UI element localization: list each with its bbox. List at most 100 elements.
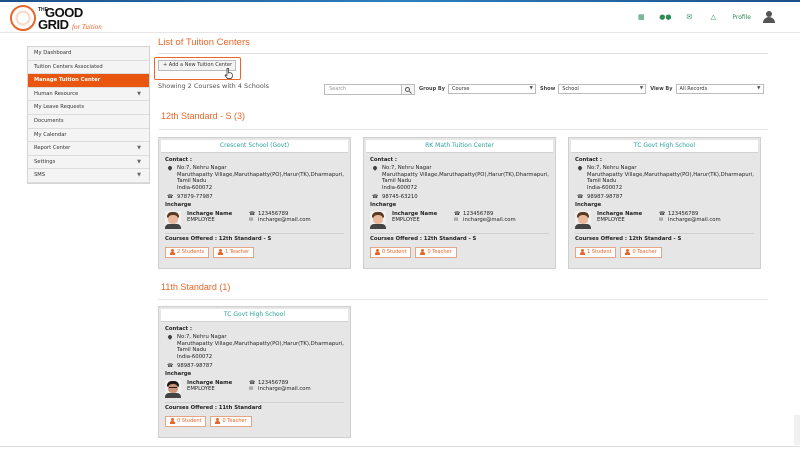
logo-the-text: THE [38, 7, 48, 13]
tuition-center-card: RK Math Tuition Center Contact : No:7, Neh… [363, 137, 556, 269]
map-pin-icon [577, 165, 583, 171]
students-count: 0 Student [382, 248, 407, 255]
card-title-link[interactable]: TC Govt High School [161, 309, 348, 322]
user-icon [375, 249, 380, 256]
users-icon[interactable]: ●● [654, 13, 676, 21]
address-block: No:7, Nehru Nagar Maruthapatty Village,Ma… [575, 165, 754, 192]
scrollbar[interactable] [794, 415, 800, 445]
teachers-count: 1 Teacher [225, 248, 250, 255]
sidebar-item-label: My Leave Requests [34, 104, 85, 111]
view-by-value: All Records [679, 86, 708, 92]
teachers-button[interactable]: 1 Teacher [213, 246, 255, 258]
courses-offered-label: Courses Offered : [165, 235, 217, 242]
bell-icon[interactable]: △ [702, 13, 724, 21]
sidebar-item[interactable]: Settings ▼ [28, 155, 149, 170]
phone-value: 97879-77987 [177, 193, 213, 200]
grid-icon[interactable]: ▦ [630, 13, 652, 21]
contact-label: Contact : [165, 157, 193, 163]
courses-offered: Courses Offered : 12th Standard - S [575, 232, 754, 242]
students-button[interactable]: 1 Student [575, 246, 617, 258]
group-by-value: Course [451, 86, 470, 92]
card-title-link[interactable]: TC Govt High School [571, 140, 758, 153]
teachers-button[interactable]: 0 Teacher [210, 415, 252, 427]
teachers-count: 0 Teacher [222, 417, 247, 424]
courses-offered-value: 12th Standard - S [628, 235, 682, 242]
card-body: Contact : No:7, Nehru Nagar Maruthapatty V… [569, 153, 760, 261]
sidebar-item[interactable]: My Calendar [28, 128, 149, 143]
students-count: 2 Students [177, 248, 205, 255]
profile-link[interactable]: Profile [732, 14, 751, 21]
show-label: Show [539, 86, 556, 92]
incharge-name-col: Incharge Name EMPLOYEE [187, 380, 249, 393]
card-actions: 1 Student 0 Teacher [575, 246, 754, 258]
address-line: Maruthapatty Village,Maruthapatty(PO),Ha… [587, 171, 754, 178]
section-divider [158, 299, 768, 300]
view-by-select[interactable]: All Records ▼ [675, 84, 764, 94]
user-avatar-icon[interactable] [763, 11, 775, 23]
brand-logo[interactable]: THE GOOD GRID for Tuition [10, 5, 130, 33]
address-line: Tamil Nadu [587, 178, 617, 185]
incharge-label: Incharge [165, 201, 192, 208]
address-line: No:7, Nehru Nagar [177, 165, 227, 171]
chevron-down-icon: ▼ [137, 90, 141, 97]
incharge-contact-col: ☎ 123456789 ✉ incharge@mail.com [249, 380, 311, 393]
sidebar-item-label: My Calendar [34, 131, 67, 138]
phone-icon: ☎ [577, 193, 584, 200]
mail-icon[interactable]: ✉ [678, 13, 700, 21]
show-select[interactable]: School ▼ [558, 84, 647, 94]
phone-icon: ☎ [372, 193, 379, 200]
section-divider [158, 129, 768, 130]
map-pin-icon [372, 165, 378, 171]
students-button[interactable]: 0 Student [370, 246, 412, 258]
courses-offered-label: Courses Offered : [575, 235, 627, 242]
address-line: Maruthapatty Village,Maruthapatty(PO),Ha… [177, 171, 344, 178]
sidebar-item[interactable]: Report Center ▼ [28, 142, 149, 156]
mail-icon: ✉ [249, 217, 254, 224]
sidebar-item[interactable]: My Leave Requests [28, 101, 149, 115]
user-icon [170, 418, 175, 425]
sidebar-item[interactable]: Human Resource ▼ [28, 87, 149, 102]
chevron-down-icon: ▼ [529, 86, 533, 91]
search-input[interactable]: Search [324, 83, 402, 95]
phone-value: 98987-98787 [177, 362, 213, 369]
sidebar-item[interactable]: SMS ▼ [28, 169, 149, 183]
incharge-name-col: Incharge Name EMPLOYEE [392, 211, 454, 224]
courses-offered-value: 12th Standard - S [423, 235, 477, 242]
sidebar-item-label: SMS [34, 172, 46, 179]
sidebar-item[interactable]: Documents [28, 114, 149, 129]
incharge-email-value: incharge@mail.com [258, 217, 311, 224]
user-icon [625, 249, 631, 256]
address-line: India-600072 [587, 185, 623, 192]
incharge-row: Incharge Name EMPLOYEE ☎ 123456789 ✉ incharge… [165, 379, 344, 400]
card-title-link[interactable]: Crescent School (Govt) [161, 140, 348, 153]
sidebar-item-label: Documents [34, 117, 64, 124]
teachers-button[interactable]: 0 Teacher [620, 246, 662, 258]
students-button[interactable]: 2 Students [165, 246, 210, 258]
logo-seal-icon [10, 5, 36, 31]
search-button[interactable] [402, 83, 415, 95]
user-icon [580, 249, 585, 256]
card-title-link[interactable]: RK Math Tuition Center [366, 140, 553, 153]
sidebar-item-label: Report Center [34, 145, 71, 152]
card-body: Contact : No:7, Nehru Nagar Maruthapatty V… [159, 153, 350, 261]
group-by-select[interactable]: Course ▼ [447, 84, 536, 94]
incharge-phone-value: 123456789 [258, 210, 289, 217]
card-actions: 0 Student 0 Teacher [370, 246, 549, 258]
card-body: Contact : No:7, Nehru Nagar Maruthapatty V… [364, 153, 555, 261]
incharge-email-value: incharge@mail.com [668, 217, 721, 224]
teachers-count: 0 Teacher [427, 248, 452, 255]
sidebar-item-label: My Dashboard [34, 50, 72, 56]
teachers-count: 0 Teacher [632, 248, 657, 255]
address-line: India-600072 [177, 354, 213, 361]
address-line: Tamil Nadu [177, 178, 207, 185]
incharge-email: ✉ incharge@mail.com [249, 217, 311, 224]
teachers-button[interactable]: 0 Teacher [415, 246, 457, 258]
tuition-center-card: TC Govt High School Contact : No:7, Nehru … [568, 137, 761, 269]
sidebar-item[interactable]: My Dashboard [28, 47, 149, 61]
students-count: 0 Student [177, 417, 202, 424]
courses-offered-value: 11th Standard [218, 404, 262, 411]
sidebar-item[interactable]: Tuition Centers Associated [28, 60, 149, 75]
address-line: No:7, Nehru Nagar [587, 165, 637, 171]
students-button[interactable]: 0 Student [165, 415, 207, 427]
sidebar-item[interactable]: Manage Tuition Center [28, 74, 149, 88]
